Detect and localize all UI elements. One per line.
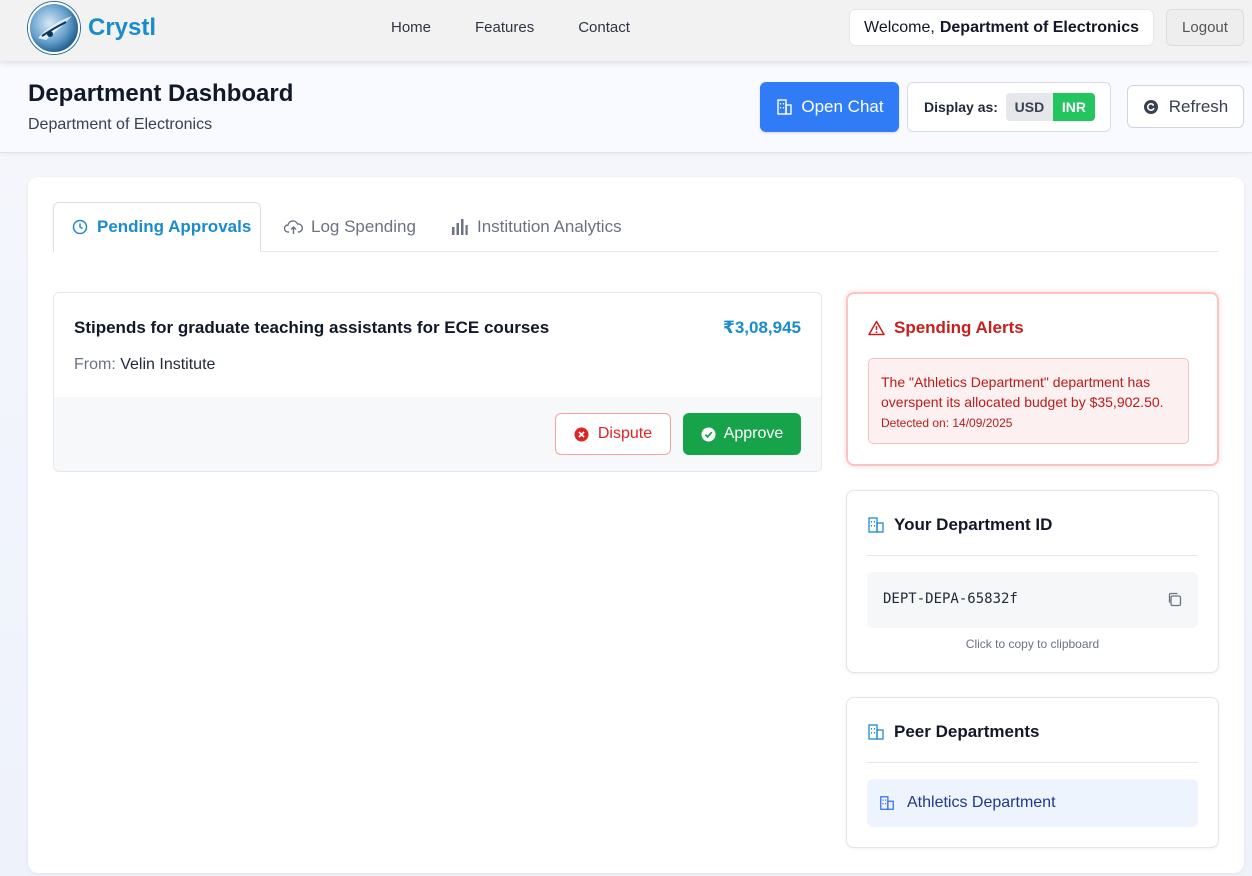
alert-detected-date: Detected on: 14/09/2025 [881,416,1013,430]
peer-departments-heading: Peer Departments [867,722,1040,742]
approval-from-label: From: [74,356,116,373]
logout-button[interactable]: Logout [1166,9,1244,46]
building-icon [868,724,884,740]
approval-from-value: Velin Institute [120,356,216,373]
peer-departments-title: Peer Departments [894,722,1040,741]
main-nav: Home Features Contact [391,19,630,36]
currency-toggle: USD INR [1005,93,1095,121]
pending-approval-card: Stipends for graduate teaching assistant… [53,292,822,472]
page-subtitle: Department of Electronics [28,116,213,133]
brand-logo-link[interactable]: Crystl [28,2,156,54]
peer-department-name: Athletics Department [907,794,1056,811]
tab-pending-approvals[interactable]: Pending Approvals [53,202,261,252]
department-id-title: Your Department ID [894,515,1053,534]
tab-analytics-label: Institution Analytics [477,217,622,236]
brand-name: Crystl [88,14,157,41]
nav-link-features[interactable]: Features [475,19,534,36]
dispute-button[interactable]: Dispute [555,413,671,455]
spending-alerts-card: Spending Alerts The "Athletics Departmen… [846,292,1219,466]
cloud-upload-icon [284,220,303,234]
approve-label: Approve [723,425,784,442]
open-chat-button[interactable]: Open Chat [760,82,899,132]
nav-link-contact[interactable]: Contact [578,19,630,36]
tab-pending-label: Pending Approvals [97,217,252,236]
building-icon [777,99,793,115]
currency-display-selector: Display as: USD INR [907,82,1111,132]
currency-inr-option[interactable]: INR [1052,93,1095,121]
warning-triangle-icon [868,320,885,336]
approval-actions: Dispute Approve [54,397,821,471]
check-circle-icon [701,427,716,441]
refresh-label: Refresh [1168,96,1229,116]
bar-chart-icon [452,219,468,235]
approval-title: Stipends for graduate teaching assistant… [74,318,550,337]
department-id-value: DEPT-DEPA-65832f [883,591,1018,607]
refresh-button[interactable]: Refresh [1127,85,1244,128]
approval-source: From: Velin Institute [74,356,215,374]
currency-usd-option[interactable]: USD [1005,93,1053,121]
department-id-card: Your Department ID DEPT-DEPA-65832f Clic… [846,490,1219,673]
approval-amount: ₹3,08,945 [722,318,801,337]
department-id-heading: Your Department ID [867,515,1052,535]
clock-icon [72,219,88,235]
tab-log-label: Log Spending [311,217,416,236]
peer-departments-card: Peer Departments Athletics Department [846,697,1219,848]
open-chat-label: Open Chat [801,97,884,116]
spending-alerts-title: Spending Alerts [894,318,1024,337]
divider [867,555,1198,556]
tab-institution-analytics[interactable]: Institution Analytics [451,202,622,252]
building-icon [868,517,884,533]
x-circle-icon [574,427,589,441]
copy-icon[interactable] [1167,592,1182,607]
spending-alerts-heading: Spending Alerts [868,318,1024,338]
alert-message: The "Athletics Department" department ha… [881,374,1164,410]
display-as-label: Display as: [924,99,998,115]
approve-button[interactable]: Approve [683,413,801,455]
crystl-logo-icon [28,2,80,54]
tab-log-spending[interactable]: Log Spending [284,202,416,252]
refresh-icon [1143,99,1158,114]
alert-item: The "Athletics Department" department ha… [868,358,1189,444]
nav-link-home[interactable]: Home [391,19,431,36]
peer-department-item[interactable]: Athletics Department [867,779,1198,827]
building-icon [880,796,894,810]
divider [867,762,1198,763]
welcome-user-name: Department of Electronics [939,18,1139,36]
department-id-copy-box[interactable]: DEPT-DEPA-65832f [867,572,1198,628]
top-navbar: Crystl Home Features Contact Welcome, De… [0,0,1252,61]
welcome-prefix: Welcome, [864,18,935,36]
welcome-badge: Welcome, Department of Electronics [849,9,1154,46]
dashboard-header: Department Dashboard Department of Elect… [0,61,1252,153]
page-title: Department Dashboard [28,80,294,107]
copy-hint: Click to copy to clipboard [965,637,1100,651]
dispute-label: Dispute [597,425,653,442]
